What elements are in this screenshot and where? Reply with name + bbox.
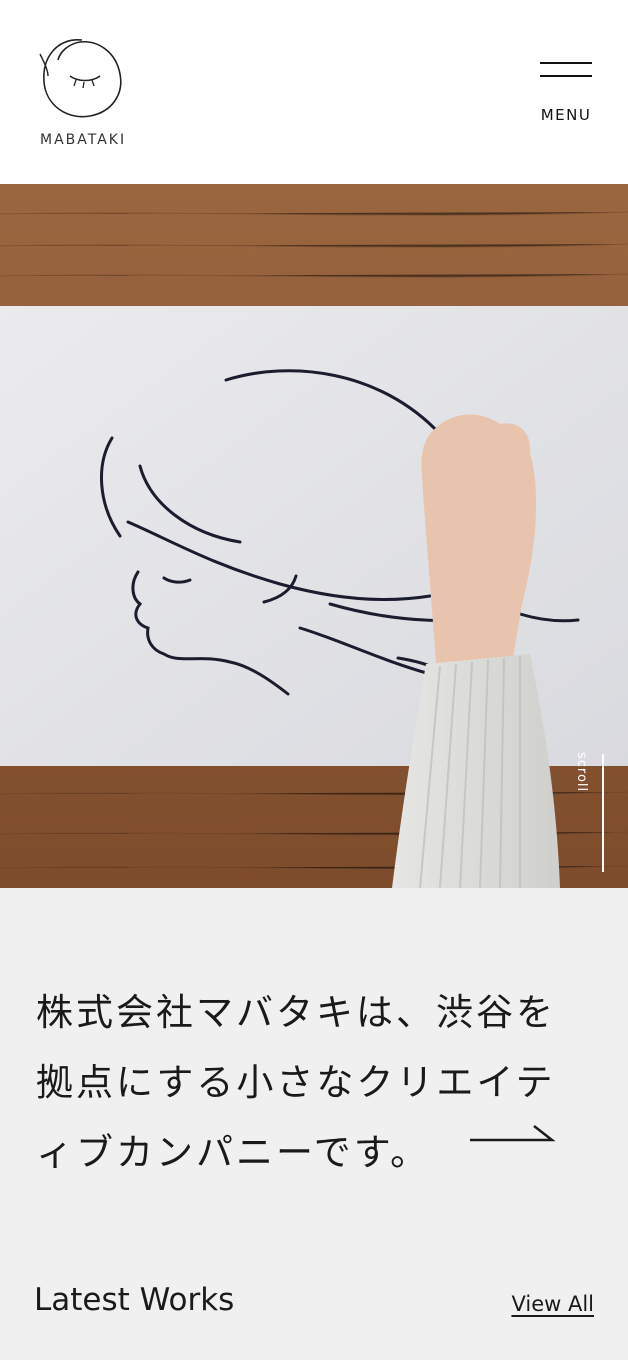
- logo-text: MABATAKI: [40, 132, 127, 148]
- hamburger-icon: [540, 60, 592, 80]
- scroll-indicator[interactable]: scroll: [574, 752, 604, 874]
- latest-works-header: Latest Works View All: [0, 1270, 628, 1330]
- logo[interactable]: MABATAKI: [38, 36, 128, 148]
- intro-text: 株式会社マバタキは、渋谷を拠点にする小さなクリエイティブカンパニーです。: [36, 991, 556, 1174]
- scroll-label: scroll: [574, 752, 589, 793]
- site-header: MABATAKI MENU: [0, 0, 628, 184]
- arrow-right-icon[interactable]: [468, 1122, 556, 1146]
- hero-visual: scroll: [0, 184, 628, 888]
- view-all-link[interactable]: View All: [511, 1292, 594, 1316]
- scroll-line: [602, 754, 604, 872]
- menu-button[interactable]: MENU: [540, 60, 592, 124]
- menu-label: MENU: [540, 106, 592, 124]
- logo-eye-icon: [39, 39, 122, 118]
- latest-works-title: Latest Works: [34, 1282, 235, 1318]
- hero-illustration: [0, 184, 628, 888]
- intro-section: 株式会社マバタキは、渋谷を拠点にする小さなクリエイティブカンパニーです。: [0, 888, 628, 1278]
